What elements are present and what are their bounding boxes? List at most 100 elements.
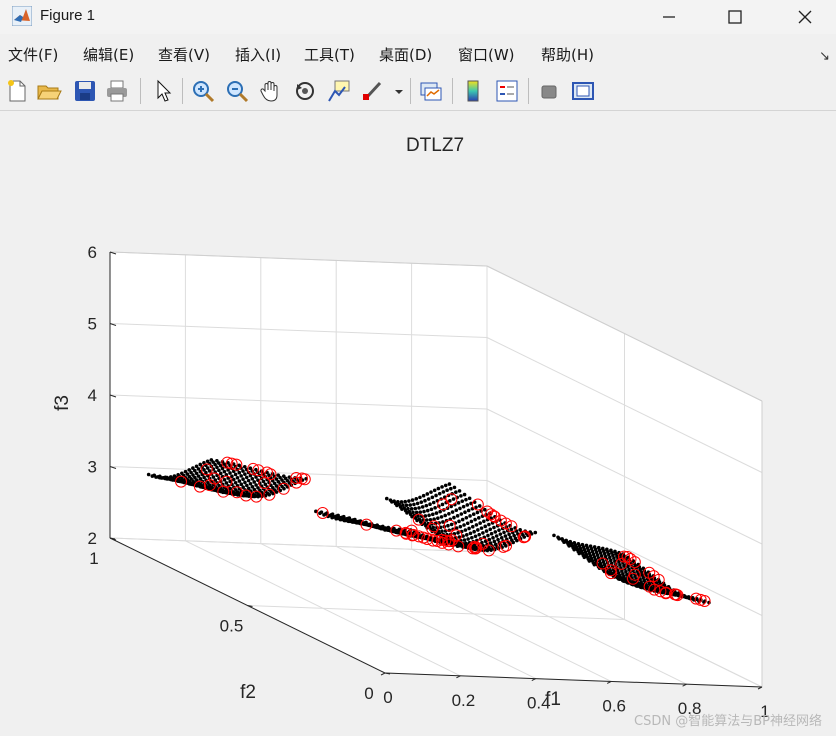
- pareto-point: [466, 508, 471, 513]
- pareto-point: [418, 495, 422, 500]
- show-plot-tools-icon[interactable]: [570, 78, 596, 104]
- zoom-out-icon[interactable]: [224, 78, 250, 104]
- pareto-point: [473, 534, 478, 539]
- pareto-point: [572, 547, 576, 552]
- pareto-point: [489, 531, 494, 536]
- pareto-point: [233, 472, 238, 477]
- menu-window[interactable]: 窗口(W): [458, 44, 515, 65]
- pareto-point: [158, 474, 162, 479]
- pareto-point: [476, 516, 481, 520]
- brush-dropdown-icon[interactable]: [392, 78, 406, 104]
- pareto-point: [430, 512, 435, 517]
- menu-desktop[interactable]: 桌面(D): [379, 44, 432, 65]
- pareto-point: [245, 493, 249, 497]
- pareto-point: [244, 475, 249, 480]
- pareto-point: [218, 471, 223, 476]
- pareto-point: [248, 481, 253, 486]
- y-tick-label: 1: [89, 549, 98, 568]
- pareto-point: [407, 499, 411, 503]
- pareto-point: [455, 514, 460, 518]
- pareto-point: [483, 524, 488, 529]
- pareto-point: [456, 501, 461, 505]
- pareto-point: [470, 524, 475, 529]
- menu-file[interactable]: 文件(F): [8, 44, 58, 65]
- z-tick-label: 6: [88, 243, 97, 262]
- legend-icon[interactable]: [494, 78, 520, 104]
- pareto-point: [466, 537, 470, 541]
- figure-canvas[interactable]: 0 0.2 0.4 0.6 0.8 1 0 0.5 1 2 3 4 5 6 DTLZ7 f1 f2 f3: [0, 111, 836, 736]
- toolbar-separator: [182, 78, 183, 104]
- rotate-3d-icon[interactable]: [292, 78, 318, 104]
- pareto-point: [424, 518, 429, 522]
- pareto-point: [413, 506, 418, 511]
- new-figure-icon[interactable]: [4, 78, 30, 104]
- pareto-point: [638, 582, 642, 586]
- pareto-point: [448, 486, 453, 491]
- select-pointer-icon[interactable]: [150, 78, 176, 104]
- menu-help[interactable]: 帮助(H): [541, 44, 594, 65]
- brush-icon[interactable]: [360, 78, 386, 104]
- pareto-point: [405, 511, 409, 515]
- pareto-point: [492, 525, 496, 530]
- pareto-point: [497, 528, 501, 532]
- link-plot-icon[interactable]: [418, 78, 444, 104]
- pareto-point: [447, 482, 452, 486]
- pareto-point: [390, 500, 394, 504]
- save-icon[interactable]: [72, 78, 98, 104]
- menu-tools[interactable]: 工具(T): [304, 44, 355, 65]
- pareto-point: [400, 507, 404, 511]
- pareto-point: [336, 513, 340, 518]
- pareto-point: [424, 503, 429, 508]
- print-icon[interactable]: [104, 78, 130, 104]
- minimize-button[interactable]: [646, 0, 692, 34]
- colorbar-icon[interactable]: [460, 78, 486, 104]
- pareto-point: [465, 521, 470, 526]
- pareto-point: [475, 510, 480, 515]
- pareto-point: [608, 558, 613, 563]
- pareto-point: [458, 506, 462, 511]
- pareto-point: [274, 490, 279, 494]
- pareto-point: [504, 544, 508, 548]
- zoom-in-icon[interactable]: [190, 78, 216, 104]
- pareto-point: [489, 548, 493, 552]
- pareto-point: [577, 551, 582, 556]
- menu-edit[interactable]: 编辑(E): [83, 44, 134, 65]
- pareto-point: [562, 540, 566, 545]
- pareto-point: [228, 471, 232, 475]
- toolbar-separator: [528, 78, 529, 104]
- pareto-point: [533, 530, 538, 535]
- pareto-point: [146, 472, 151, 477]
- maximize-button[interactable]: [712, 0, 758, 34]
- pareto-point: [243, 480, 247, 485]
- pareto-point: [207, 469, 212, 473]
- pareto-point: [433, 506, 437, 510]
- hide-plot-tools-icon[interactable]: [536, 78, 562, 104]
- pareto-point: [462, 538, 467, 542]
- pareto-point: [241, 477, 245, 482]
- menu-insert[interactable]: 插入(I): [235, 44, 281, 65]
- pareto-point: [484, 529, 489, 533]
- pareto-point: [237, 470, 242, 475]
- pareto-point: [217, 468, 221, 473]
- pan-hand-icon[interactable]: [258, 78, 284, 104]
- pareto-point: [463, 510, 467, 515]
- pareto-point: [478, 521, 482, 525]
- pareto-point: [426, 497, 431, 501]
- close-button[interactable]: [782, 0, 828, 34]
- menu-view[interactable]: 查看(V): [158, 44, 210, 65]
- pareto-point: [250, 477, 255, 481]
- pareto-point: [237, 479, 242, 483]
- pareto-point: [412, 502, 416, 507]
- pareto-point: [239, 474, 243, 478]
- pareto-point: [380, 524, 385, 529]
- pareto-point: [384, 496, 389, 501]
- data-cursor-icon[interactable]: [326, 78, 352, 104]
- title-bar: Figure 1: [0, 0, 836, 34]
- pareto-point: [587, 559, 592, 563]
- pareto-point: [235, 475, 240, 480]
- pareto-point: [418, 510, 423, 514]
- pareto-point: [208, 486, 212, 491]
- open-file-icon[interactable]: [36, 78, 62, 104]
- menu-overflow-icon[interactable]: ↘: [819, 48, 830, 64]
- toolbar-separator: [452, 78, 453, 104]
